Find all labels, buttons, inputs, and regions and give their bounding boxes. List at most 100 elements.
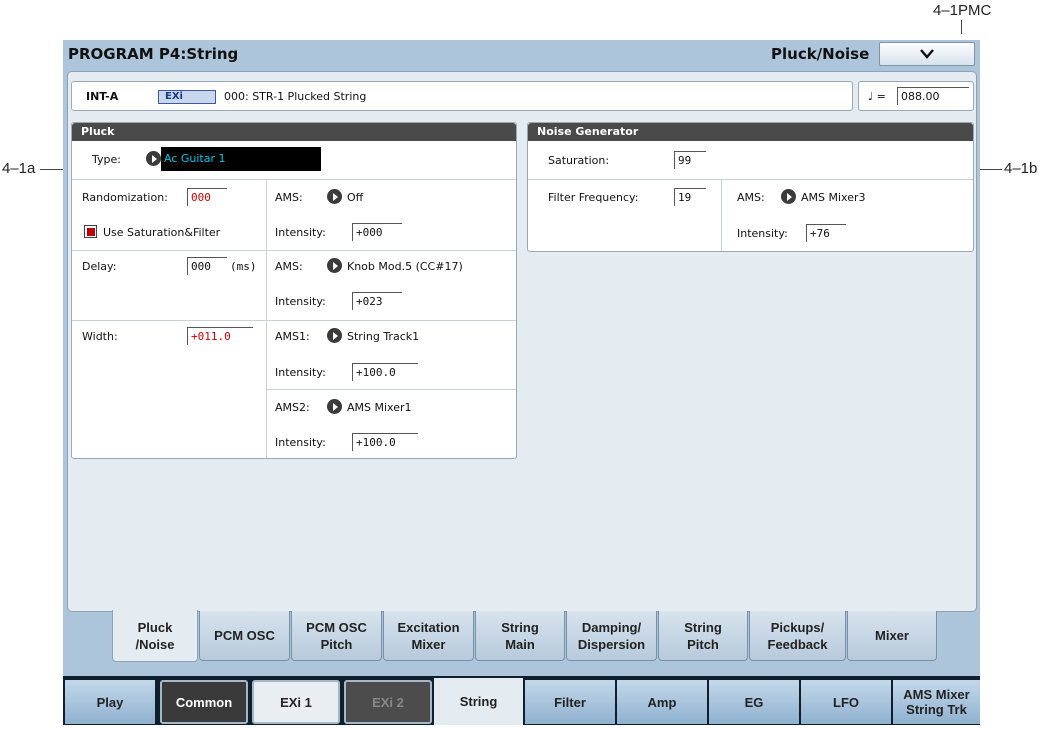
tab-label: Mixer [875, 628, 909, 643]
bottom-tab-amp[interactable]: Amp [617, 680, 708, 724]
noise-generator-section: Noise Generator Saturation: 99 Filter Fr… [527, 122, 974, 252]
type-field[interactable]: Ac Guitar 1 [161, 147, 321, 171]
tab-string-main[interactable]: String Main [475, 611, 565, 661]
ams2-value[interactable]: AMS Mixer1 [347, 401, 412, 414]
engine-badge: EXi [158, 90, 216, 104]
pluck-section: Pluck Type: Ac Guitar 1 Randomization: 0… [71, 122, 517, 459]
tab-label: AMS Mixer String Trk [903, 687, 970, 717]
lcd-screen: PROGRAM P4:String Pluck/Noise INT-A EXi … [63, 40, 980, 725]
use-saturation-filter-label: Use Saturation&Filter [103, 226, 221, 239]
divider [72, 320, 516, 321]
type-label: Type: [92, 153, 121, 166]
tab-label: EG [744, 694, 764, 710]
ams-value[interactable]: Knob Mod.5 (CC#17) [347, 260, 463, 273]
intensity-label: Intensity: [275, 226, 326, 239]
ams-label: AMS: [275, 191, 303, 204]
saturation-field[interactable]: 99 [674, 151, 706, 169]
tab-label: Amp [647, 694, 677, 710]
ams-select-arrow-icon[interactable] [327, 258, 342, 273]
noise-generator-header: Noise Generator [528, 123, 973, 141]
intensity-field[interactable]: +023 [352, 292, 402, 310]
randomization-field[interactable]: 000 [187, 188, 227, 206]
tab-label: Filter [554, 694, 586, 710]
bottom-tab-eg[interactable]: EG [709, 680, 800, 724]
tab-excitation-mixer[interactable]: Excitation Mixer [383, 611, 474, 661]
randomization-label: Randomization: [82, 191, 168, 204]
type-select-arrow-icon[interactable] [146, 151, 161, 166]
bottom-tab-exi1[interactable]: EXi 1 [252, 680, 340, 724]
intensity-field[interactable]: +100.0 [352, 433, 418, 451]
ams1-value[interactable]: String Track1 [347, 330, 419, 343]
intensity-label: Intensity: [275, 366, 326, 379]
tab-label: Common [175, 694, 233, 710]
window-title: PROGRAM P4:String [68, 45, 239, 63]
ams2-select-arrow-icon[interactable] [327, 399, 342, 414]
intensity-label: Intensity: [275, 295, 326, 308]
bottom-tab-ams-mixer-string-trk[interactable]: AMS Mixer String Trk [893, 680, 980, 724]
tab-label: String [459, 694, 498, 709]
chevron-down-icon [920, 49, 934, 59]
ams-label: AMS: [275, 260, 303, 273]
ams-select-arrow-icon[interactable] [781, 189, 796, 204]
tempo-box: ♩ = 088.00 [858, 81, 974, 111]
bottom-tab-string[interactable]: String [434, 678, 524, 725]
width-field[interactable]: +011.0 [187, 327, 253, 345]
tab-label: EXi 2 [372, 694, 404, 710]
ams1-select-arrow-icon[interactable] [327, 328, 342, 343]
tab-pluck-noise[interactable]: Pluck /Noise [112, 610, 198, 662]
saturation-label: Saturation: [548, 154, 610, 167]
width-label: Width: [82, 330, 118, 343]
tab-damping-dispersion[interactable]: Damping/ Dispersion [566, 611, 657, 661]
tab-label: Damping/ Dispersion [577, 619, 646, 652]
callout-page-menu-line [961, 20, 962, 34]
program-bar[interactable]: INT-A EXi 000: STR-1 Plucked String [71, 81, 853, 111]
tab-label: String Pitch [684, 619, 722, 652]
program-name: 000: STR-1 Plucked String [224, 90, 367, 103]
tab-label: Excitation Mixer [397, 619, 460, 652]
bottom-tab-common[interactable]: Common [160, 680, 248, 724]
main-panel: INT-A EXi 000: STR-1 Plucked String ♩ = … [67, 71, 977, 612]
divider [266, 389, 516, 390]
bottom-tab-play[interactable]: Play [65, 680, 156, 724]
page-name: Pluck/Noise [771, 45, 870, 63]
pluck-header: Pluck [72, 123, 516, 141]
divider [266, 179, 267, 458]
tab-label: String Main [501, 619, 539, 652]
tab-label: EXi 1 [280, 694, 312, 710]
ams-select-arrow-icon[interactable] [327, 189, 342, 204]
tab-pcm-osc[interactable]: PCM OSC [199, 611, 290, 661]
intensity-label: Intensity: [275, 436, 326, 449]
tab-label: LFO [833, 694, 859, 710]
intensity-label: Intensity: [737, 227, 788, 240]
divider [721, 179, 722, 251]
use-saturation-filter-checkbox[interactable] [84, 225, 97, 238]
delay-unit: (ms) [230, 260, 257, 273]
intensity-field[interactable]: +000 [352, 223, 402, 241]
delay-label: Delay: [82, 260, 117, 273]
delay-field[interactable]: 000 [187, 257, 227, 275]
divider [72, 179, 516, 180]
ams2-label: AMS2: [275, 401, 310, 414]
tab-label: Play [96, 694, 124, 710]
tab-pcm-osc-pitch[interactable]: PCM OSC Pitch [291, 611, 382, 661]
ams-value[interactable]: Off [347, 191, 363, 204]
bottom-tab-exi2[interactable]: EXi 2 [344, 680, 432, 724]
ams-value[interactable]: AMS Mixer3 [801, 191, 866, 204]
divider [528, 179, 973, 180]
tab-string-pitch[interactable]: String Pitch [658, 611, 748, 661]
tab-label: Pluck /Noise [135, 619, 175, 652]
intensity-field[interactable]: +76 [806, 224, 846, 242]
tab-label: PCM OSC [214, 628, 275, 643]
tempo-symbol: ♩ = [868, 90, 886, 103]
filter-frequency-field[interactable]: 19 [674, 188, 706, 206]
callout-4-1b: 4–1b [1004, 160, 1038, 177]
tab-pickups-feedback[interactable]: Pickups/ Feedback [749, 611, 846, 661]
bottom-tab-filter[interactable]: Filter [525, 680, 616, 724]
filter-frequency-label: Filter Frequency: [548, 191, 639, 204]
tab-mixer[interactable]: Mixer [847, 611, 937, 661]
tempo-field[interactable]: 088.00 [897, 87, 969, 105]
bottom-tab-lfo[interactable]: LFO [801, 680, 892, 724]
intensity-field[interactable]: +100.0 [352, 363, 418, 381]
title-bar: PROGRAM P4:String Pluck/Noise [63, 40, 980, 70]
page-menu-button[interactable] [879, 42, 975, 66]
